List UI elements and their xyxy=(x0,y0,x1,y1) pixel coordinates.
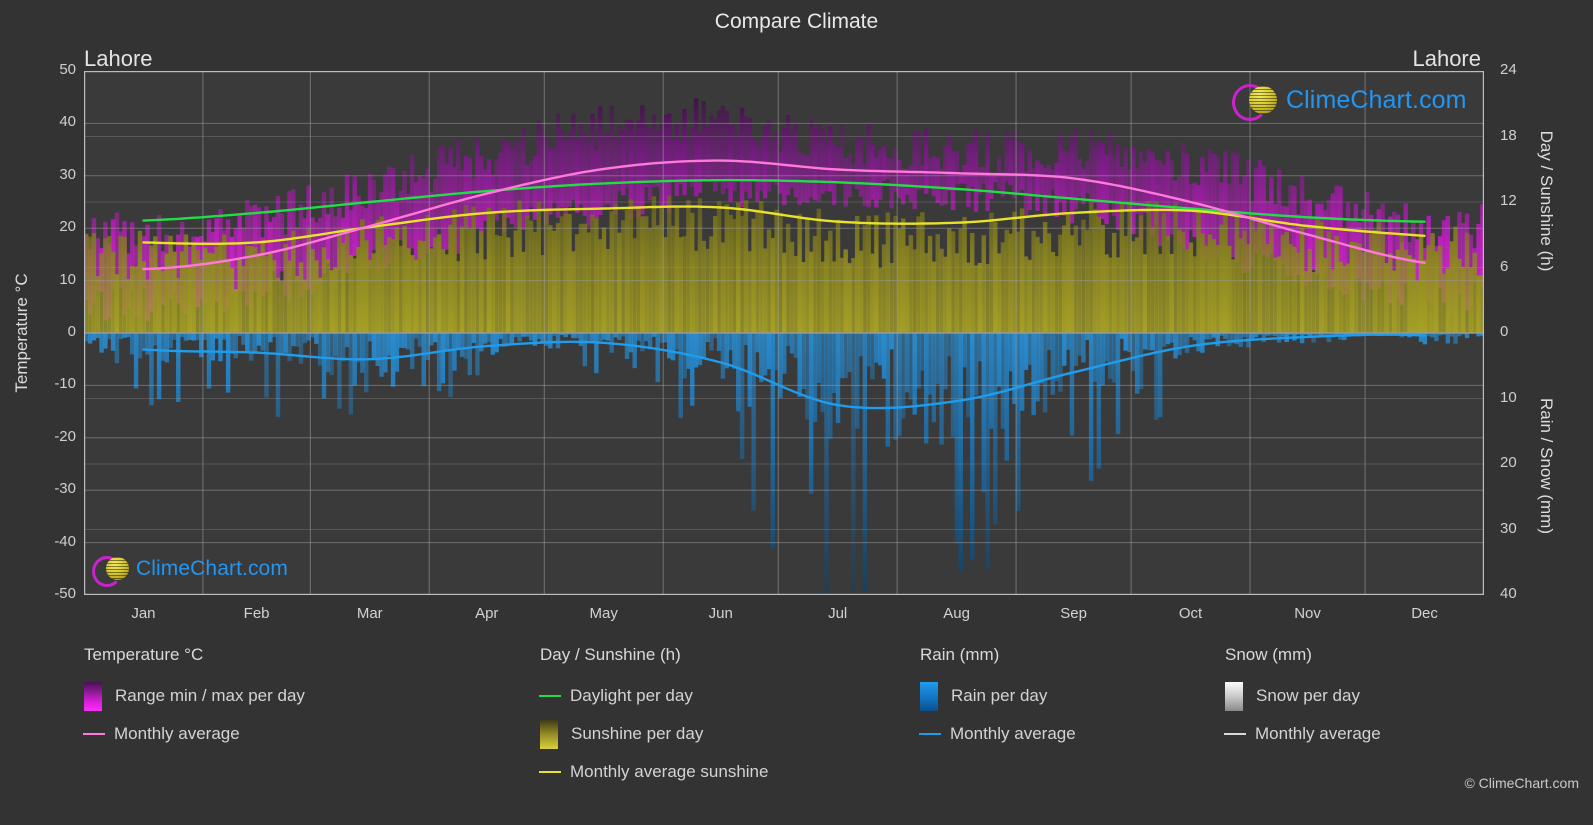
brand-logo-top[interactable]: ClimeChart.com xyxy=(1232,83,1467,121)
legend-item[interactable]: Monthly average xyxy=(83,715,305,753)
x-tick-aug: Aug xyxy=(943,605,970,622)
y-tick-right-top: 12 xyxy=(1500,192,1517,209)
y-axis-title-right-bottom: Rain / Snow (mm) xyxy=(1537,397,1556,535)
legend-line-icon xyxy=(539,771,561,773)
legend-line-icon xyxy=(83,733,105,735)
x-tick-sep: Sep xyxy=(1060,605,1087,622)
legend-group-3: Rain (mm) Rain per day Monthly average xyxy=(919,645,1076,753)
x-tick-may: May xyxy=(589,605,618,622)
legend-swatch-icon xyxy=(920,681,938,711)
legend-item-label: Monthly average xyxy=(1255,724,1381,743)
y-axis-title-right-top: Day / Sunshine (h) xyxy=(1537,130,1556,272)
legend-item-label: Sunshine per day xyxy=(571,724,704,743)
location-label-left: Lahore xyxy=(84,46,153,71)
y-tick-right-top: 6 xyxy=(1500,257,1509,275)
climate-chart-page: Compare Climate Lahore Lahore Temperatur… xyxy=(0,0,1593,825)
legend-swatch-icon xyxy=(84,681,102,711)
x-tick-oct: Oct xyxy=(1178,605,1203,622)
y-tick-left: 20 xyxy=(59,218,76,236)
y-tick-left: 30 xyxy=(59,165,76,183)
x-tick-feb: Feb xyxy=(243,605,270,622)
brand-name: ClimeChart.com xyxy=(1286,85,1467,114)
chart-plot-area[interactable]: Temperature °C Day / Sunshine (h) Rain /… xyxy=(12,61,1556,622)
legend-item-label: Monthly average xyxy=(950,724,1076,743)
y-tick-right-bottom: 20 xyxy=(1500,454,1517,471)
y-tick-right-bottom: 40 xyxy=(1500,585,1517,602)
legend-swatch-icon xyxy=(540,719,558,749)
y-tick-left: 50 xyxy=(59,61,76,78)
x-tick-jan: Jan xyxy=(131,605,156,622)
legend-group-2: Day / Sunshine (h) Daylight per day Sunshi… xyxy=(539,645,769,791)
climechart-logo-icon xyxy=(92,555,134,587)
y-tick-left: -30 xyxy=(54,480,76,498)
x-tick-jun: Jun xyxy=(708,605,733,622)
chart-canvas xyxy=(84,71,1484,595)
legend-item-label: Monthly average xyxy=(114,724,240,743)
legend-group-title: Snow (mm) xyxy=(1225,645,1312,664)
y-tick-left: 0 xyxy=(67,323,76,340)
y-tick-left: -50 xyxy=(54,585,76,602)
legend-group-title: Temperature °C xyxy=(84,645,204,664)
y-tick-right-top: 0 xyxy=(1500,323,1509,340)
y-tick-left: -20 xyxy=(54,427,76,445)
x-tick-mar: Mar xyxy=(356,605,383,622)
legend-item[interactable]: Monthly average xyxy=(919,715,1076,753)
legend-item[interactable]: Snow per day xyxy=(1225,677,1381,715)
legend-item[interactable]: Sunshine per day xyxy=(540,715,768,753)
brand-logo-bottom[interactable]: ClimeChart.com xyxy=(92,555,288,587)
x-tick-dec: Dec xyxy=(1411,605,1438,622)
y-tick-right-top: 18 xyxy=(1500,126,1517,144)
legend-line-icon xyxy=(919,733,941,735)
x-tick-nov: Nov xyxy=(1294,605,1321,622)
legend-group-title: Rain (mm) xyxy=(920,645,1000,664)
y-tick-right-top: 24 xyxy=(1500,61,1517,78)
legend-item-label: Monthly average sunshine xyxy=(570,762,769,781)
legend-group-title: Day / Sunshine (h) xyxy=(540,645,681,664)
legend-item[interactable]: Monthly average sunshine xyxy=(539,753,769,791)
y-tick-right-bottom: 30 xyxy=(1500,519,1517,537)
legend-line-icon xyxy=(1224,733,1246,735)
y-tick-left: -40 xyxy=(54,532,76,550)
legend-item-label: Daylight per day xyxy=(570,686,693,705)
legend-item-label: Rain per day xyxy=(951,686,1048,705)
legend-group-4: Snow (mm) Snow per day Monthly average xyxy=(1224,645,1381,753)
y-axis-title-left: Temperature °C xyxy=(12,273,31,393)
y-tick-left: 10 xyxy=(59,270,76,288)
legend-item[interactable]: Monthly average xyxy=(1224,715,1381,753)
climechart-logo-icon xyxy=(1232,83,1284,121)
chart-legend: Temperature °C Range min / max per day Mon… xyxy=(0,645,1593,825)
copyright-notice: © ClimeChart.com xyxy=(1464,775,1579,791)
y-tick-left: 40 xyxy=(59,113,76,131)
y-tick-left: -10 xyxy=(54,375,76,393)
x-tick-jul: Jul xyxy=(828,605,848,622)
brand-name: ClimeChart.com xyxy=(136,557,288,580)
legend-group-1: Temperature °C Range min / max per day Mon… xyxy=(83,645,305,753)
location-label-right: Lahore xyxy=(1412,46,1481,71)
legend-item-label: Snow per day xyxy=(1256,686,1360,705)
legend-item[interactable]: Rain per day xyxy=(920,677,1076,715)
legend-item-label: Range min / max per day xyxy=(115,686,305,705)
page-title: Compare Climate xyxy=(714,10,879,33)
y-tick-right-bottom: 10 xyxy=(1500,388,1517,406)
legend-line-icon xyxy=(539,695,561,697)
legend-item[interactable]: Range min / max per day xyxy=(84,677,305,715)
legend-item[interactable]: Daylight per day xyxy=(539,677,768,715)
legend-swatch-icon xyxy=(1225,681,1243,711)
x-tick-apr: Apr xyxy=(475,605,499,622)
